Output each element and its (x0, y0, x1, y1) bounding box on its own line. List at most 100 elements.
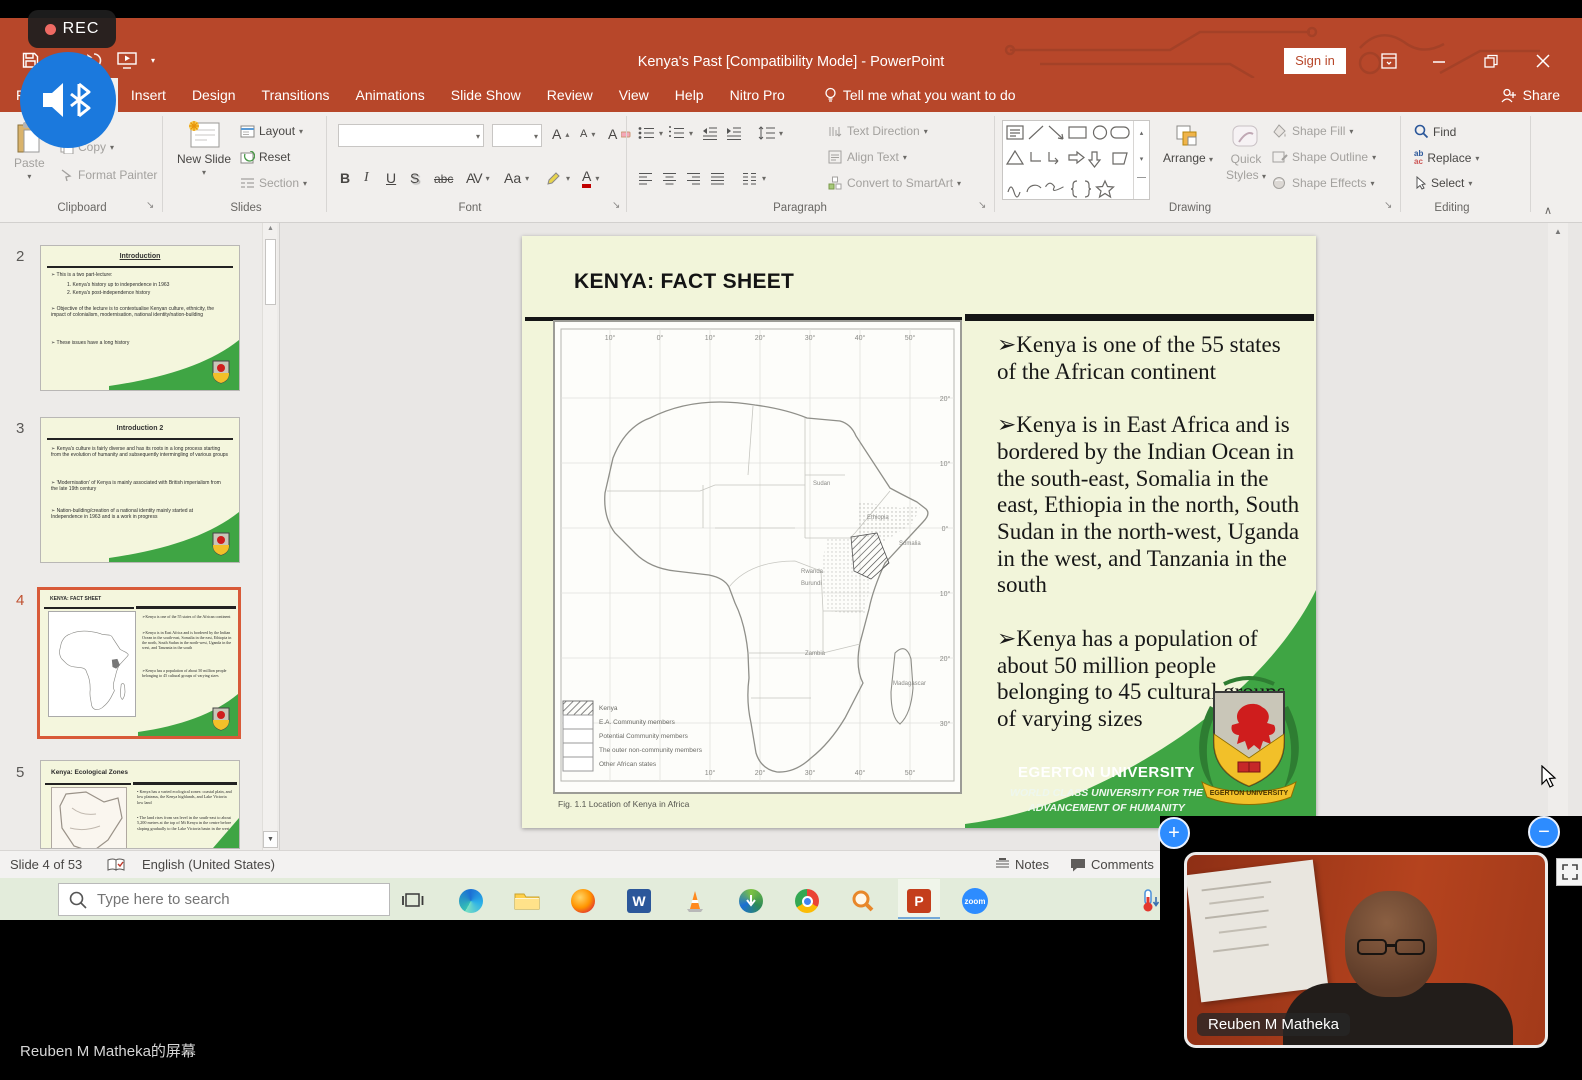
slide-canvas[interactable]: KENYA: FACT SHEET (522, 236, 1316, 828)
format-painter-button[interactable]: Format Painter (60, 168, 157, 182)
text-shadow-button[interactable]: S (410, 170, 419, 186)
numbering-button[interactable]: ▾ (668, 126, 693, 140)
new-slide-button[interactable]: New Slide▾ (176, 120, 232, 177)
scroll-up-icon[interactable]: ▲ (1554, 227, 1562, 236)
taskbar-search-box[interactable] (58, 883, 390, 916)
collapse-ribbon-button[interactable]: ∧ (1544, 204, 1552, 217)
italic-button[interactable]: I (364, 170, 369, 186)
zoom-in-button[interactable]: + (1158, 817, 1190, 849)
shape-fill-button[interactable]: Shape Fill▾ (1272, 124, 1353, 138)
restore-button[interactable] (1476, 48, 1506, 74)
tab-transitions[interactable]: Transitions (249, 78, 343, 112)
file-explorer-icon[interactable] (514, 888, 540, 914)
strikethrough-button[interactable]: abc (434, 172, 453, 186)
tab-nitro-pro[interactable]: Nitro Pro (717, 78, 798, 112)
font-size-combobox[interactable]: ▾ (492, 124, 542, 147)
arrange-button[interactable]: Arrange ▾ (1162, 124, 1214, 165)
word-icon[interactable]: W (626, 888, 652, 914)
drawing-dialog-launcher[interactable]: ↘ (1384, 200, 1392, 211)
layout-button[interactable]: Layout▾ (240, 124, 303, 138)
align-text-button[interactable]: Align Text▾ (828, 150, 907, 164)
tab-animations[interactable]: Animations (342, 78, 437, 112)
tell-me-box[interactable]: Tell me what you want to do (824, 78, 1016, 112)
zoom-app-icon[interactable]: zoom (962, 888, 988, 914)
section-button[interactable]: Section▾ (240, 176, 307, 190)
convert-to-smartart-button[interactable]: Convert to SmartArt▾ (828, 176, 961, 190)
chrome-icon[interactable] (794, 888, 820, 914)
edge-icon[interactable] (458, 888, 484, 914)
thumbnail-slide-2[interactable]: Introduction ➢ This is a two part-lectur… (40, 245, 240, 391)
vlc-icon[interactable] (682, 888, 708, 914)
character-spacing-button[interactable]: AV▾ (466, 170, 490, 186)
font-name-combobox[interactable]: ▾ (338, 124, 484, 147)
decrease-indent-button[interactable] (702, 126, 718, 140)
justify-button[interactable] (710, 172, 725, 185)
replace-button[interactable]: abacReplace▾ (1414, 150, 1479, 166)
tab-help[interactable]: Help (662, 78, 717, 112)
tab-slide-show[interactable]: Slide Show (438, 78, 534, 112)
reset-button[interactable]: Reset (240, 150, 290, 164)
title-bar: ▾ Kenya's Past [Compatibility Mode] - Po… (0, 18, 1582, 78)
tab-design[interactable]: Design (179, 78, 249, 112)
ribbon-display-options-button[interactable] (1374, 48, 1404, 74)
thumb-scroll-up-icon[interactable]: ▲ (267, 225, 274, 232)
align-right-button[interactable] (686, 172, 701, 185)
map-figure[interactable]: 10°0°10°20°30°40°50° 20°10°0°10°20°30° 1… (553, 320, 962, 794)
minimize-button[interactable] (1424, 48, 1454, 74)
bullets-button[interactable]: ▾ (638, 126, 663, 140)
close-button[interactable] (1528, 48, 1558, 74)
thumbnail-slide-5[interactable]: Kenya: Ecological Zones • Kenya has a va… (40, 760, 240, 849)
clear-formatting-button[interactable]: A (608, 126, 631, 142)
change-case-button[interactable]: Aa▾ (504, 170, 529, 186)
thumbnail-scrollbar[interactable]: ▲ ▼ (262, 223, 277, 850)
audio-bluetooth-bubble[interactable] (20, 52, 116, 148)
share-button[interactable]: Share (1479, 78, 1582, 112)
firefox-icon[interactable] (570, 888, 596, 914)
slide-area-scrollbar[interactable]: ▲ ▲ ▼ (1548, 223, 1568, 850)
expand-video-button[interactable] (1556, 858, 1582, 886)
search-app-icon[interactable] (850, 888, 876, 914)
find-button[interactable]: Find (1414, 124, 1456, 139)
underline-button[interactable]: U (386, 170, 396, 186)
task-view-button[interactable] (400, 888, 426, 914)
sign-in-button[interactable]: Sign in (1284, 48, 1346, 74)
thumb-scroll-thumb[interactable] (265, 239, 276, 305)
columns-button[interactable]: ▾ (742, 172, 766, 185)
powerpoint-icon[interactable]: P (906, 888, 932, 914)
line-spacing-button[interactable]: ▾ (758, 126, 783, 140)
shape-outline-button[interactable]: Shape Outline▾ (1272, 150, 1376, 164)
find-icon (1414, 124, 1429, 139)
align-left-button[interactable] (638, 172, 653, 185)
select-button[interactable]: Select▾ (1414, 176, 1472, 190)
shapes-gallery-scrollbar[interactable]: ▴▾ (1133, 121, 1149, 199)
thumbnail-slide-4-selected[interactable]: KENYA: FACT SHEET ➢Kenya is one of the 5… (37, 587, 241, 739)
increase-font-size-button[interactable]: A▴ (552, 126, 569, 142)
quick-styles-button[interactable]: QuickStyles ▾ (1222, 124, 1270, 182)
tab-review[interactable]: Review (534, 78, 606, 112)
shapes-gallery[interactable]: ▴▾ (1002, 120, 1150, 200)
spell-check-icon[interactable] (106, 857, 126, 873)
highlight-color-button[interactable]: ▾ (546, 170, 570, 186)
bold-button[interactable]: B (340, 170, 350, 186)
idm-icon[interactable] (738, 888, 764, 914)
decrease-font-size-button[interactable]: A▾ (580, 128, 595, 140)
thumb-scroll-down-box[interactable]: ▼ (263, 831, 278, 848)
notes-button[interactable]: Notes (995, 857, 1049, 872)
smartart-icon (828, 176, 843, 190)
font-color-button[interactable]: A▾ (582, 168, 599, 188)
comments-button[interactable]: Comments (1070, 857, 1154, 872)
tab-view[interactable]: View (606, 78, 662, 112)
paragraph-dialog-launcher[interactable]: ↘ (978, 200, 986, 211)
thumbnail-slide-3[interactable]: Introduction 2 ➢ Kenya's culture is fair… (40, 417, 240, 563)
align-center-button[interactable] (662, 172, 677, 185)
taskbar-search-input[interactable] (97, 884, 382, 915)
clipboard-dialog-launcher[interactable]: ↘ (146, 200, 154, 211)
shape-effects-button[interactable]: Shape Effects▾ (1272, 176, 1375, 190)
slide-title[interactable]: KENYA: FACT SHEET (574, 270, 794, 294)
increase-indent-button[interactable] (726, 126, 742, 140)
zoom-out-button[interactable]: − (1528, 816, 1560, 848)
font-dialog-launcher[interactable]: ↘ (612, 200, 620, 211)
tab-insert[interactable]: Insert (118, 78, 179, 112)
text-direction-button[interactable]: Text Direction▾ (828, 124, 928, 138)
language-indicator[interactable]: English (United States) (142, 857, 275, 872)
